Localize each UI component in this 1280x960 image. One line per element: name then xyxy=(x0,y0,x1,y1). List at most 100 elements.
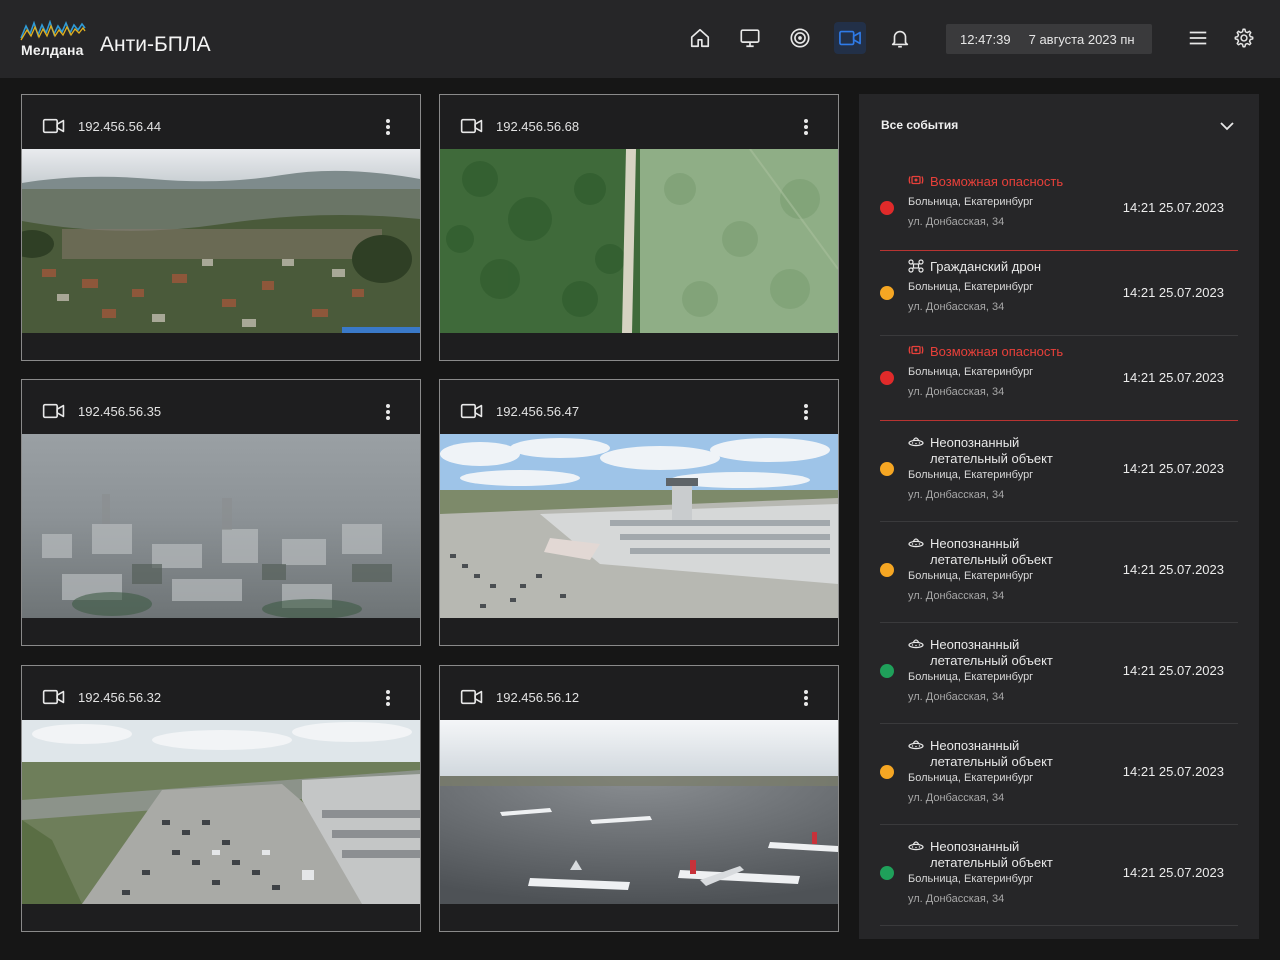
video-camera-icon xyxy=(42,403,65,419)
danger-signal-icon xyxy=(908,174,924,190)
event-address: ул. Донбасская, 34 xyxy=(908,301,1005,313)
event-status-dot xyxy=(880,563,894,577)
camera-header: 192.456.56.47 xyxy=(440,380,838,434)
event-location: Больница, Екатеринбург xyxy=(908,196,1034,208)
bell-icon xyxy=(891,30,909,48)
event-type: Неопознанный летательный объект xyxy=(908,435,1053,467)
logo-wave-icon xyxy=(20,20,86,41)
camera-header: 192.456.56.44 xyxy=(22,95,420,149)
camera-tile[interactable]: 192.456.56.12 xyxy=(439,665,839,932)
camera-options-button[interactable] xyxy=(794,686,818,710)
event-item[interactable]: Неопознанный летательный объект Больница, … xyxy=(880,522,1238,623)
target-icon xyxy=(790,28,810,48)
menu-button[interactable] xyxy=(1182,22,1214,54)
event-type-label: Неопознанный xyxy=(930,637,1020,652)
camera-ip: 192.456.56.32 xyxy=(78,690,162,705)
more-vertical-icon xyxy=(804,690,808,706)
nav-monitor-button[interactable] xyxy=(734,22,766,54)
ufo-icon xyxy=(908,738,924,756)
event-type: Неопознанный летательный объект xyxy=(908,536,1053,568)
danger-signal-icon xyxy=(908,344,924,360)
event-location: Больница, Екатеринбург xyxy=(908,366,1034,378)
camera-feed-parking[interactable] xyxy=(22,720,420,904)
camera-feed-airfield[interactable] xyxy=(440,720,838,904)
event-item[interactable]: Гражданский дрон Больница, Екатеринбург ул… xyxy=(880,251,1238,336)
event-type-label: Возможная опасность xyxy=(930,174,1064,189)
camera-feed-forest[interactable] xyxy=(440,149,838,333)
nav-notifications-button[interactable] xyxy=(884,22,916,54)
logo-text: Мелдана xyxy=(21,42,84,58)
camera-options-button[interactable] xyxy=(376,686,400,710)
event-type-label: Возможная опасность xyxy=(930,344,1064,359)
camera-options-button[interactable] xyxy=(794,400,818,424)
events-panel: Все события Возможная опасность Больница,… xyxy=(859,94,1259,939)
meldana-logo[interactable]: Мелдана xyxy=(20,20,90,60)
camera-ip: 192.456.56.68 xyxy=(496,119,580,134)
ufo-icon xyxy=(908,536,924,554)
event-time: 14:21 25.07.2023 xyxy=(1122,865,1224,880)
camera-header: 192.456.56.12 xyxy=(440,666,838,720)
camera-icon xyxy=(839,30,861,46)
camera-feed-airport-terminal[interactable] xyxy=(440,434,838,618)
event-location: Больница, Екатеринбург xyxy=(908,873,1034,885)
settings-button[interactable] xyxy=(1228,22,1260,54)
camera-feed-village[interactable] xyxy=(22,149,420,333)
monitor-icon xyxy=(740,29,760,48)
event-type: Гражданский дрон xyxy=(908,259,1041,277)
home-icon xyxy=(690,28,710,48)
nav-home-button[interactable] xyxy=(684,22,716,54)
nav-camera-button[interactable] xyxy=(834,22,866,54)
event-type: Неопознанный летательный объект xyxy=(908,738,1053,770)
event-item[interactable]: Неопознанный летательный объект Больница, … xyxy=(880,724,1238,825)
more-vertical-icon xyxy=(386,404,390,420)
camera-tile[interactable]: 192.456.56.32 xyxy=(21,665,421,932)
event-address: ул. Донбасская, 34 xyxy=(908,386,1005,398)
camera-tile[interactable]: 192.456.56.35 xyxy=(21,379,421,646)
event-item[interactable]: Неопознанный летательный объект Больница, … xyxy=(880,623,1238,724)
event-time: 14:21 25.07.2023 xyxy=(1122,285,1224,300)
event-status-dot xyxy=(880,462,894,476)
event-location: Больница, Екатеринбург xyxy=(908,772,1034,784)
events-filter-dropdown[interactable] xyxy=(1215,116,1239,136)
camera-header: 192.456.56.32 xyxy=(22,666,420,720)
camera-options-button[interactable] xyxy=(376,115,400,139)
camera-options-button[interactable] xyxy=(376,400,400,424)
event-time: 14:21 25.07.2023 xyxy=(1122,200,1224,215)
event-item[interactable]: Неопознанный летательный объект Больница, … xyxy=(880,421,1238,522)
event-address: ул. Донбасская, 34 xyxy=(908,792,1005,804)
event-type-label: Гражданский дрон xyxy=(930,259,1042,274)
app-title: Анти-БПЛА xyxy=(100,33,211,56)
camera-tile[interactable]: 192.456.56.44 xyxy=(21,94,421,361)
event-type-label-line2: летательный объект xyxy=(930,451,1053,466)
camera-ip: 192.456.56.12 xyxy=(496,690,580,705)
event-type-label-line2: летательный объект xyxy=(930,754,1053,769)
camera-ip: 192.456.56.47 xyxy=(496,404,580,419)
event-location: Больница, Екатеринбург xyxy=(908,671,1034,683)
event-time: 14:21 25.07.2023 xyxy=(1122,461,1224,476)
event-type: Неопознанный летательный объект xyxy=(908,839,1053,871)
more-vertical-icon xyxy=(386,119,390,135)
event-location: Больница, Екатеринбург xyxy=(908,281,1034,293)
current-date: 7 августа 2023 пн xyxy=(1028,31,1135,47)
events-filter-title[interactable]: Все события xyxy=(881,118,958,132)
event-type: Возможная опасность xyxy=(908,174,1063,190)
camera-tile[interactable]: 192.456.56.47 xyxy=(439,379,839,646)
event-time: 14:21 25.07.2023 xyxy=(1122,663,1224,678)
event-item[interactable]: Неопознанный летательный объект Больница, … xyxy=(880,825,1238,926)
nav-target-button[interactable] xyxy=(784,22,816,54)
event-item[interactable]: Возможная опасность Больница, Екатеринбур… xyxy=(880,336,1238,421)
camera-tile[interactable]: 192.456.56.68 xyxy=(439,94,839,361)
camera-options-button[interactable] xyxy=(794,115,818,139)
hamburger-menu-icon xyxy=(1189,31,1207,45)
event-status-dot xyxy=(880,201,894,215)
event-status-dot xyxy=(880,664,894,678)
camera-feed-city[interactable] xyxy=(22,434,420,618)
video-camera-icon xyxy=(460,403,483,419)
event-item[interactable]: Возможная опасность Больница, Екатеринбур… xyxy=(880,166,1238,251)
event-time: 14:21 25.07.2023 xyxy=(1122,562,1224,577)
video-camera-icon xyxy=(42,118,65,134)
event-status-dot xyxy=(880,866,894,880)
event-type: Неопознанный летательный объект xyxy=(908,637,1053,669)
event-type-label: Неопознанный xyxy=(930,435,1020,450)
event-status-dot xyxy=(880,371,894,385)
